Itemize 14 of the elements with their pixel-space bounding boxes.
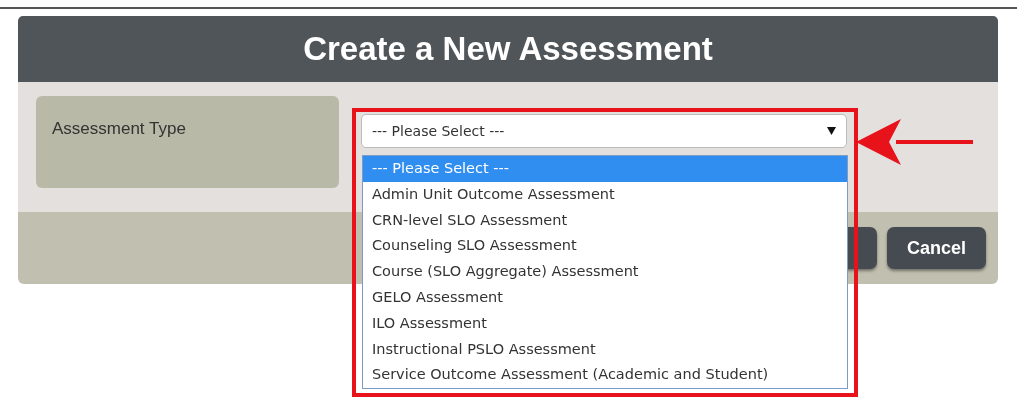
cancel-button[interactable]: Cancel bbox=[886, 227, 986, 269]
dropdown-option[interactable]: Course (SLO Aggregate) Assessment bbox=[363, 259, 847, 285]
arrow-icon bbox=[856, 119, 974, 167]
caret-icon bbox=[827, 127, 836, 135]
dropdown-option[interactable]: CRN-level SLO Assessment bbox=[363, 207, 847, 234]
select-field[interactable]: --- Please Select --- bbox=[361, 114, 847, 148]
dialog-title: Create a New Assessment bbox=[18, 16, 998, 82]
dropdown-option[interactable]: ILO Assessment bbox=[363, 310, 847, 337]
dropdown-option[interactable]: Counseling SLO Assessment bbox=[363, 233, 847, 260]
dropdown-option[interactable]: Instructional PSLO Assessment bbox=[363, 336, 847, 363]
field-label: Assessment Type bbox=[36, 96, 339, 188]
dropdown-option[interactable]: Service Outcome Assessment (Academic and Student) bbox=[363, 362, 847, 389]
dropdown-option[interactable]: Admin Unit Outcome Assessment bbox=[363, 181, 847, 208]
dropdown-option[interactable]: GELO Assessment bbox=[363, 285, 847, 311]
